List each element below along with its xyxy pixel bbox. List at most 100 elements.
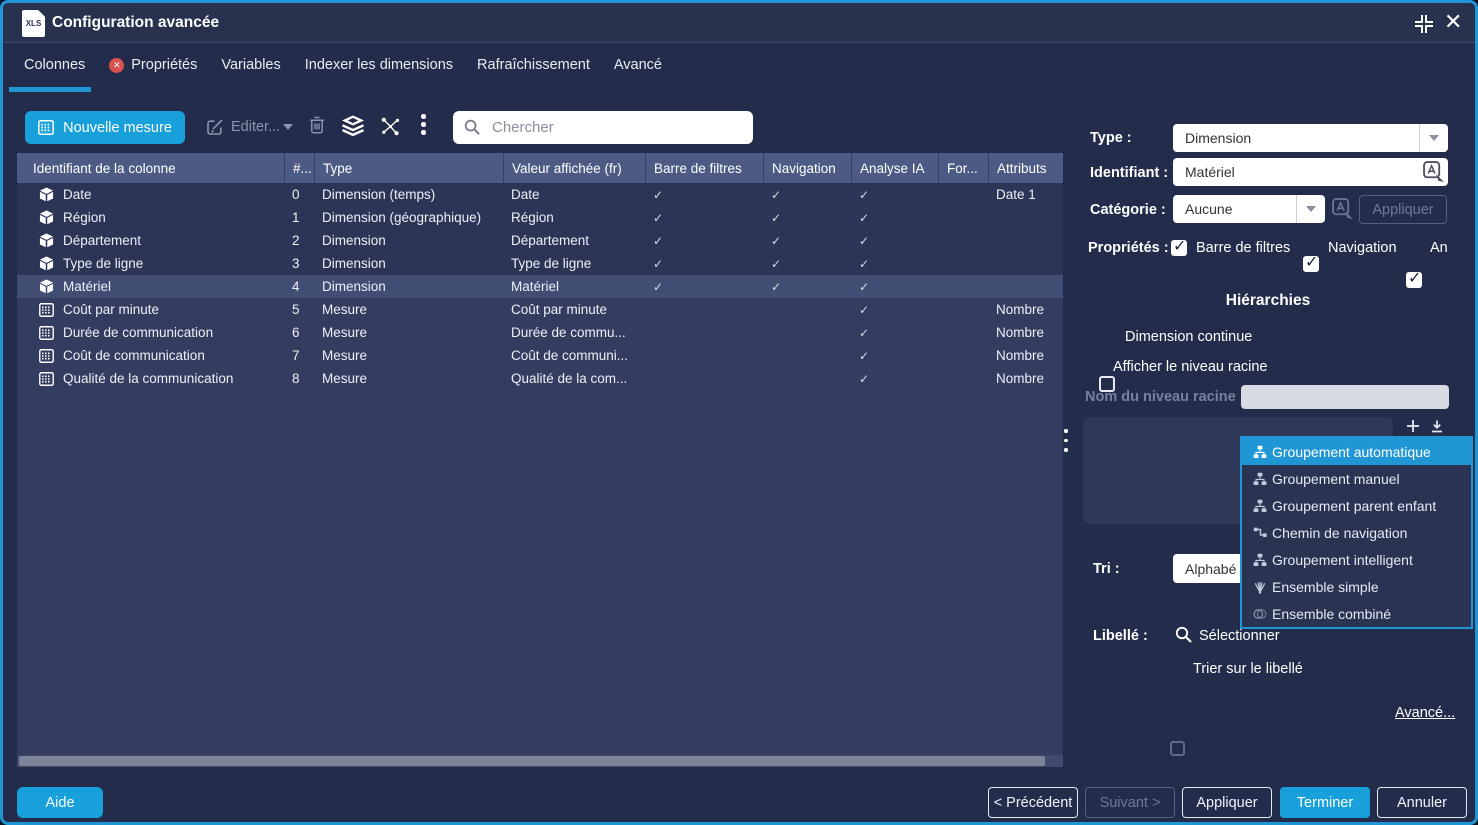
table-row[interactable]: Qualité de la communication 8Mesure Qual… bbox=[17, 367, 1063, 390]
column-header[interactable]: Attributs bbox=[988, 153, 1063, 183]
table-row[interactable]: Date 0Dimension (temps) Date✓ ✓✓ Date 1 bbox=[17, 183, 1063, 206]
tab-rafraichissement[interactable]: Rafraîchissement bbox=[477, 57, 590, 73]
categorie-apply-button[interactable]: Appliquer bbox=[1359, 195, 1447, 224]
dimension-cube-icon bbox=[39, 187, 54, 202]
type-select[interactable]: Dimension bbox=[1173, 124, 1448, 152]
proprietes-label: Propriétés : bbox=[1088, 240, 1169, 256]
appliquer-button[interactable]: Appliquer bbox=[1182, 787, 1272, 818]
terminer-button[interactable]: Terminer bbox=[1280, 787, 1370, 818]
trier-libelle-checkbox[interactable] bbox=[1170, 741, 1185, 756]
tab-indexer-dimensions[interactable]: Indexer les dimensions bbox=[305, 57, 453, 73]
libelle-search-icon[interactable] bbox=[1175, 626, 1193, 644]
hierarchy-type-menu: Groupement automatique Groupement manuel… bbox=[1240, 436, 1473, 629]
error-badge-icon: ✕ bbox=[109, 58, 124, 73]
dimension-cube-icon bbox=[39, 233, 54, 248]
menu-item-chemin-navigation[interactable]: Chemin de navigation bbox=[1242, 519, 1471, 546]
edit-dropdown-caret-icon[interactable] bbox=[283, 124, 293, 130]
columns-table: Identifiant de la colonne #... Type Vale… bbox=[17, 153, 1063, 767]
suivant-button[interactable]: Suivant > bbox=[1085, 787, 1175, 818]
search-input[interactable] bbox=[490, 118, 742, 137]
new-measure-button[interactable]: Nouvelle mesure bbox=[25, 111, 185, 144]
layers-icon[interactable] bbox=[341, 115, 365, 136]
dimension-cube-icon bbox=[39, 256, 54, 271]
translate-icon-disabled[interactable] bbox=[1332, 198, 1354, 220]
barre-filtres-checkbox-label: Barre de filtres bbox=[1196, 240, 1290, 256]
annuler-button[interactable]: Annuler bbox=[1377, 787, 1467, 818]
horizontal-scrollbar-thumb[interactable] bbox=[19, 756, 1045, 766]
tab-avance[interactable]: Avancé bbox=[614, 57, 662, 73]
close-icon[interactable]: ✕ bbox=[1444, 9, 1462, 35]
table-row[interactable]: Type de ligne 3Dimension Type de ligne✓ … bbox=[17, 252, 1063, 275]
add-hierarchy-plus-icon[interactable] bbox=[1405, 418, 1421, 434]
nom-niveau-racine-input[interactable] bbox=[1241, 385, 1449, 409]
more-options-kebab-icon[interactable] bbox=[421, 114, 426, 135]
menu-item-ensemble-simple[interactable]: Ensemble simple bbox=[1242, 573, 1471, 600]
table-row-selected[interactable]: Matériel 4Dimension Matériel✓ ✓✓ bbox=[17, 275, 1063, 298]
table-header-row: Identifiant de la colonne #... Type Vale… bbox=[17, 153, 1063, 183]
xls-file-icon: XLS bbox=[22, 10, 45, 37]
search-icon bbox=[464, 119, 481, 136]
table-row[interactable]: Coût de communication 7Mesure Coût de co… bbox=[17, 344, 1063, 367]
table-row[interactable]: Coût par minute 5Mesure Coût par minute … bbox=[17, 298, 1063, 321]
menu-item-groupement-automatique[interactable]: Groupement automatique bbox=[1242, 438, 1471, 465]
column-header[interactable]: For... bbox=[938, 153, 988, 183]
transform-molecule-icon[interactable] bbox=[380, 116, 401, 137]
hierarchies-title: Hiérarchies bbox=[1083, 292, 1453, 310]
type-label: Type : bbox=[1090, 130, 1132, 146]
column-header[interactable]: Identifiant de la colonne bbox=[17, 153, 284, 183]
tri-label: Tri : bbox=[1093, 561, 1120, 577]
menu-item-groupement-intelligent[interactable]: Groupement intelligent bbox=[1242, 546, 1471, 573]
chevron-down-icon[interactable] bbox=[1419, 124, 1448, 152]
libelle-label: Libellé : bbox=[1093, 628, 1148, 644]
panel-resize-handle[interactable] bbox=[1064, 429, 1068, 452]
org-chart-icon bbox=[1253, 445, 1267, 459]
categorie-label: Catégorie : bbox=[1090, 202, 1166, 218]
analyse-checkbox[interactable] bbox=[1406, 272, 1422, 288]
org-chart-icon bbox=[1253, 553, 1267, 567]
navigation-checkbox-label: Navigation bbox=[1328, 240, 1397, 256]
avance-link[interactable]: Avancé... bbox=[1395, 705, 1455, 721]
fan-icon bbox=[1253, 580, 1267, 594]
dimension-cube-icon bbox=[39, 210, 54, 225]
column-header[interactable]: Barre de filtres bbox=[645, 153, 763, 183]
menu-item-ensemble-combine[interactable]: Ensemble combiné bbox=[1242, 600, 1471, 627]
dialog-window: XLS Configuration avancée ✕ Colonnes ✕ P… bbox=[0, 0, 1478, 825]
column-header[interactable]: Type bbox=[314, 153, 503, 183]
measure-abacus-icon bbox=[39, 372, 54, 386]
restore-window-icon[interactable] bbox=[1413, 13, 1435, 35]
dimension-continue-label: Dimension continue bbox=[1125, 329, 1252, 345]
title-bar bbox=[3, 3, 1475, 43]
menu-item-groupement-manuel[interactable]: Groupement manuel bbox=[1242, 465, 1471, 492]
afficher-niveau-racine-label: Afficher le niveau racine bbox=[1113, 359, 1268, 375]
translate-icon[interactable] bbox=[1423, 161, 1445, 183]
org-chart-icon bbox=[1253, 472, 1267, 486]
import-hierarchy-icon[interactable] bbox=[1429, 419, 1445, 435]
tab-proprietes[interactable]: ✕ Propriétés bbox=[109, 57, 197, 73]
delete-trash-icon[interactable] bbox=[309, 116, 325, 134]
tab-bar: Colonnes ✕ Propriétés Variables Indexer … bbox=[24, 57, 662, 73]
nom-niveau-racine-label: Nom du niveau racine : bbox=[1085, 389, 1245, 405]
tab-variables[interactable]: Variables bbox=[221, 57, 280, 73]
trier-libelle-label: Trier sur le libellé bbox=[1193, 661, 1303, 677]
table-row[interactable]: Département 2Dimension Département✓ ✓✓ bbox=[17, 229, 1063, 252]
identifiant-input[interactable]: Matériel bbox=[1173, 158, 1448, 186]
column-header[interactable]: Navigation bbox=[763, 153, 851, 183]
measure-abacus-icon bbox=[39, 349, 54, 363]
categorie-select[interactable]: Aucune bbox=[1173, 195, 1325, 223]
org-chart-icon bbox=[1253, 499, 1267, 513]
column-header[interactable]: Analyse IA bbox=[851, 153, 938, 183]
chevron-down-icon[interactable] bbox=[1296, 195, 1325, 223]
libelle-selectionner[interactable]: Sélectionner bbox=[1199, 628, 1280, 644]
edit-button-label[interactable]: Editer... bbox=[231, 119, 280, 135]
tab-colonnes[interactable]: Colonnes bbox=[24, 57, 85, 73]
table-row[interactable]: Durée de communication 6Mesure Durée de … bbox=[17, 321, 1063, 344]
menu-item-groupement-parent-enfant[interactable]: Groupement parent enfant bbox=[1242, 492, 1471, 519]
aide-button[interactable]: Aide bbox=[17, 787, 103, 818]
precedent-button[interactable]: < Précédent bbox=[988, 787, 1078, 818]
edit-pencil-icon[interactable] bbox=[206, 118, 224, 136]
column-header[interactable]: Valeur affichée (fr) bbox=[503, 153, 645, 183]
barre-filtres-checkbox[interactable] bbox=[1171, 240, 1187, 256]
table-row[interactable]: Région 1Dimension (géographique) Région✓… bbox=[17, 206, 1063, 229]
navigation-checkbox[interactable] bbox=[1303, 256, 1319, 272]
column-header[interactable]: #... bbox=[284, 153, 314, 183]
